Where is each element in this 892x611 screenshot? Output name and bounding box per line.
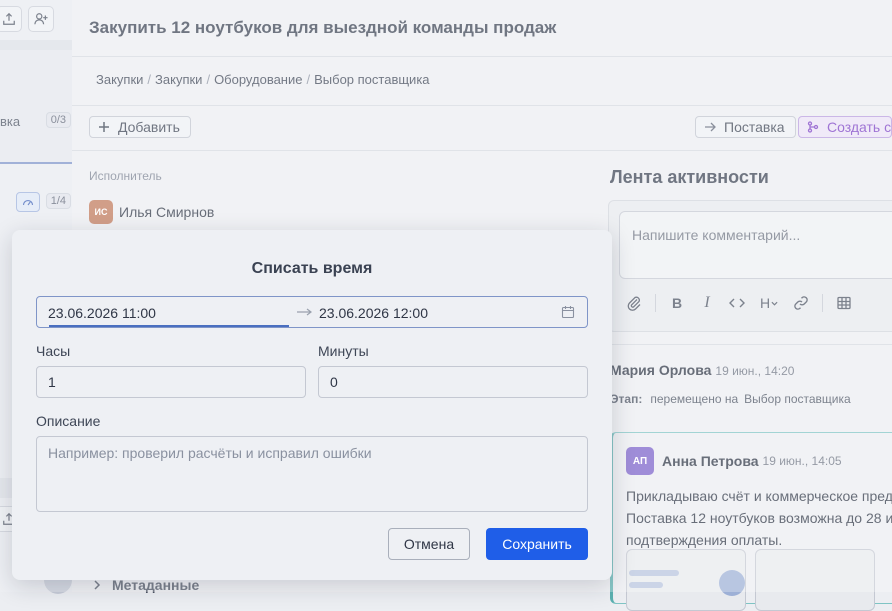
minutes-input[interactable]: 0 <box>318 366 588 398</box>
date-start-input[interactable]: 23.06.2026 11:00 <box>48 305 156 321</box>
calendar-icon[interactable] <box>561 305 575 319</box>
log-time-dialog: Списать время 23.06.2026 11:00 23.06.202… <box>12 230 612 580</box>
active-input-indicator <box>49 325 289 327</box>
hours-input[interactable]: 1 <box>36 366 306 398</box>
arrow-right-icon <box>297 308 312 316</box>
hours-label: Часы <box>36 343 71 359</box>
cancel-button[interactable]: Отмена <box>388 528 470 560</box>
date-range-picker[interactable]: 23.06.2026 11:00 23.06.2026 12:00 <box>36 296 588 328</box>
description-label: Описание <box>36 413 101 429</box>
description-textarea[interactable]: Например: проверил расчёты и исправил ош… <box>36 436 588 512</box>
dialog-title: Списать время <box>251 260 373 277</box>
minutes-label: Минуты <box>318 343 369 359</box>
save-button[interactable]: Сохранить <box>486 528 588 560</box>
date-end-input[interactable]: 23.06.2026 12:00 <box>319 305 428 321</box>
